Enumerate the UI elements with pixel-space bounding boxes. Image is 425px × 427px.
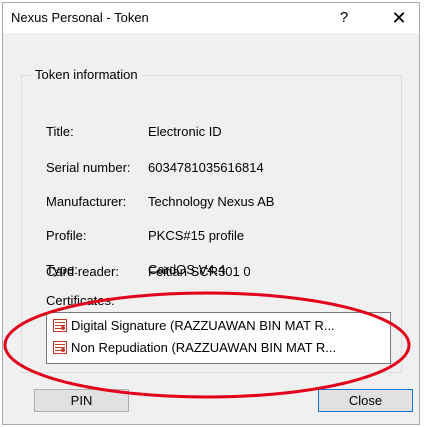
certificate-item[interactable]: Digital Signature (RAZZUAWAN BIN MAT R..… <box>53 316 335 336</box>
certificate-item-label: Digital Signature (RAZZUAWAN BIN MAT R..… <box>71 318 335 333</box>
certificate-item-label: Non Repudiation (RAZZUAWAN BIN MAT R... <box>71 340 337 355</box>
close-icon[interactable]: ✕ <box>387 6 411 30</box>
field-label-manufacturer: Manufacturer: <box>46 194 127 209</box>
certificate-item[interactable]: Non Repudiation (RAZZUAWAN BIN MAT R... <box>53 338 336 358</box>
help-button[interactable]: ? <box>334 7 354 29</box>
field-value-profile: PKCS#15 profile <box>148 228 245 243</box>
certificates-list[interactable]: Digital Signature (RAZZUAWAN BIN MAT R..… <box>46 312 391 364</box>
group-legend: Token information <box>31 67 142 82</box>
close-button[interactable]: Close <box>318 389 413 412</box>
field-label-card-reader: Card reader: <box>46 264 119 279</box>
field-label-profile: Profile: <box>46 228 87 243</box>
window-title: Nexus Personal - Token <box>11 10 149 25</box>
field-value-title: Electronic ID <box>148 124 222 139</box>
field-value-manufacturer: Technology Nexus AB <box>148 194 275 209</box>
field-value-serial-number: 6034781035616814 <box>148 160 264 175</box>
field-label-title: Title: <box>46 124 74 139</box>
pin-button[interactable]: PIN <box>34 389 129 412</box>
certificate-icon <box>53 341 67 354</box>
field-value-card-reader: Feitian SCR301 0 <box>148 264 251 279</box>
title-bar: Nexus Personal - Token ? ✕ <box>3 3 419 33</box>
certificate-icon <box>53 319 67 332</box>
certificates-label: Certificates: <box>46 293 115 308</box>
field-label-serial-number: Serial number: <box>46 160 131 175</box>
